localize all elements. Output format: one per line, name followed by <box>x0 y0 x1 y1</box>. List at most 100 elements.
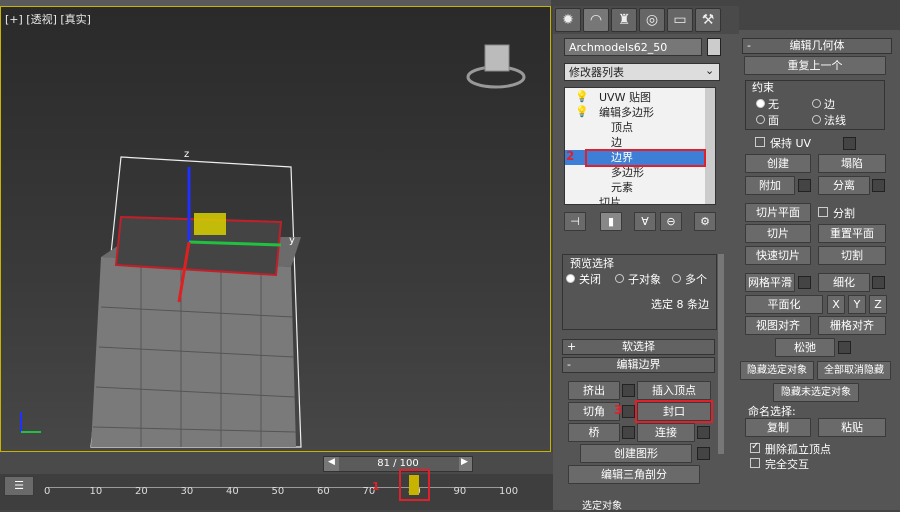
perspective-viewport[interactable]: [+] [透视] [真实] z y <box>0 6 551 452</box>
track-menu-icon[interactable]: ☰ <box>4 476 34 496</box>
constraint-title: 约束 <box>752 81 774 94</box>
preview-off-label: 关闭 <box>579 273 601 286</box>
stack-scrollbar[interactable] <box>705 88 715 204</box>
timeline: 81 / 100 ◀ ▶ ☰ 0102030405060708090100 1 <box>0 452 553 510</box>
stack-item[interactable]: 元素 <box>565 180 705 195</box>
constraint-normal-radio[interactable] <box>812 115 821 124</box>
hide-selected-button[interactable]: 隐藏选定对象 <box>740 361 814 380</box>
refine-settings-icon[interactable] <box>872 276 885 289</box>
slice-button[interactable]: 切片 <box>745 224 811 243</box>
attach-button[interactable]: 附加 <box>745 176 795 195</box>
preview-off-radio[interactable] <box>566 274 575 283</box>
highlight-box <box>635 400 713 423</box>
utilities-tab-icon[interactable]: ⚒ <box>695 8 721 32</box>
copy-button[interactable]: 复制 <box>745 418 811 437</box>
paste-button[interactable]: 粘贴 <box>818 418 886 437</box>
constraint-none-radio[interactable] <box>756 99 765 108</box>
full-interactivity-label: 完全交互 <box>765 458 809 471</box>
constraint-edge-radio[interactable] <box>812 99 821 108</box>
quickslice-button[interactable]: 快速切片 <box>745 246 811 265</box>
stack-item[interactable]: 多边形 <box>565 165 705 180</box>
modify-tab-icon[interactable]: ◠ <box>583 8 609 32</box>
detach-settings-icon[interactable] <box>872 179 885 192</box>
highlight-box <box>399 469 430 501</box>
unhide-all-button[interactable]: 全部取消隐藏 <box>817 361 891 380</box>
annotation-number: 1 <box>372 480 380 493</box>
object-color-swatch[interactable] <box>707 38 721 56</box>
relax-settings-icon[interactable] <box>838 341 851 354</box>
configure-sets-icon[interactable]: ⚙ <box>694 212 716 231</box>
lightbulb-icon[interactable]: 💡 <box>575 105 589 118</box>
stack-item[interactable]: 切片 <box>565 195 705 204</box>
bridge-button[interactable]: 桥 <box>568 423 620 442</box>
create-shape-settings-icon[interactable] <box>697 447 710 460</box>
preview-sub-radio[interactable] <box>615 274 624 283</box>
keep-uv-label: 保持 UV <box>770 137 812 150</box>
meshsmooth-button[interactable]: 网格平滑 <box>745 273 795 292</box>
chamfer-settings-icon[interactable] <box>622 405 635 418</box>
create-button[interactable]: 创建 <box>745 154 811 173</box>
view-align-button[interactable]: 视图对齐 <box>745 316 811 335</box>
relax-button[interactable]: 松弛 <box>775 338 835 357</box>
remove-modifier-icon[interactable]: ⊖ <box>660 212 682 231</box>
hide-unselected-button[interactable]: 隐藏未选定对象 <box>773 383 859 402</box>
grid-align-button[interactable]: 栅格对齐 <box>818 316 886 335</box>
annotation-number: 2 <box>566 149 575 163</box>
hierarchy-tab-icon[interactable]: ♜ <box>611 8 637 32</box>
split-label: 分割 <box>833 207 855 220</box>
delete-isolated-checkbox[interactable] <box>750 441 760 453</box>
chamfer-button[interactable]: 切角 <box>568 402 620 421</box>
display-tab-icon[interactable]: ▭ <box>667 8 693 32</box>
cut-button[interactable]: 切割 <box>818 246 886 265</box>
collapse-button[interactable]: 塌陷 <box>818 154 886 173</box>
pin-stack-icon[interactable]: ⊣ <box>564 212 586 231</box>
soft-select-rollout[interactable]: + 软选择 <box>562 339 715 355</box>
stack-item[interactable]: 顶点 <box>565 120 705 135</box>
planarize-x-button[interactable]: X <box>827 295 845 314</box>
timeline-tick-label: 60 <box>317 486 330 497</box>
timeline-tick-label: 40 <box>226 486 239 497</box>
connect-button[interactable]: 连接 <box>637 423 695 442</box>
slice-plane-button[interactable]: 切片平面 <box>745 203 811 222</box>
edit-border-rollout[interactable]: - 编辑边界 <box>562 357 715 373</box>
constraint-face-radio[interactable] <box>756 115 765 124</box>
create-tab-icon[interactable]: ✹ <box>555 8 581 32</box>
refine-button[interactable]: 细化 <box>818 273 870 292</box>
planarize-z-button[interactable]: Z <box>869 295 887 314</box>
insert-vertex-button[interactable]: 插入顶点 <box>637 381 711 400</box>
timeline-tick-label: 20 <box>135 486 148 497</box>
edit-geometry-rollout[interactable]: - 编辑几何体 <box>742 38 892 54</box>
lightbulb-icon[interactable]: 💡 <box>575 90 589 103</box>
extrude-button[interactable]: 挤出 <box>568 381 620 400</box>
stack-item[interactable]: 边 <box>565 135 705 150</box>
prev-frame-icon[interactable]: ◀ <box>328 457 335 467</box>
delete-isolated-label: 删除孤立顶点 <box>765 443 831 456</box>
keep-uv-checkbox[interactable] <box>755 137 765 147</box>
planarize-y-button[interactable]: Y <box>848 295 866 314</box>
modifier-list-dropdown[interactable]: 修改器列表 <box>564 63 720 81</box>
motion-tab-icon[interactable]: ◎ <box>639 8 665 32</box>
full-interactivity-checkbox[interactable] <box>750 458 760 468</box>
timeline-tick-label: 10 <box>89 486 103 497</box>
next-frame-icon[interactable]: ▶ <box>461 457 468 467</box>
preview-multi-radio[interactable] <box>672 274 681 283</box>
connect-settings-icon[interactable] <box>697 426 710 439</box>
edit-triangulation-button[interactable]: 编辑三角剖分 <box>568 465 700 484</box>
attach-list-icon[interactable] <box>798 179 811 192</box>
panel-scrollbar[interactable] <box>718 254 724 454</box>
modifier-stack[interactable]: UVW 贴图 编辑多边形 顶点 边 边界 多边形 元素 切片 💡 💡 <box>564 87 716 205</box>
detach-button[interactable]: 分离 <box>818 176 870 195</box>
split-checkbox[interactable] <box>818 207 828 217</box>
reset-plane-button[interactable]: 重置平面 <box>818 224 886 243</box>
bridge-settings-icon[interactable] <box>622 426 635 439</box>
meshsmooth-settings-icon[interactable] <box>798 276 811 289</box>
extrude-settings-icon[interactable] <box>622 384 635 397</box>
object-name-field[interactable]: Archmodels62_50 <box>564 38 702 56</box>
planarize-button[interactable]: 平面化 <box>745 295 823 314</box>
repeat-last-button[interactable]: 重复上一个 <box>744 56 886 75</box>
keep-uv-settings-icon[interactable] <box>843 137 856 150</box>
time-slider[interactable]: 81 / 100 <box>323 456 473 472</box>
create-shape-button[interactable]: 创建图形 <box>580 444 692 463</box>
make-unique-icon[interactable]: ∀ <box>634 212 656 231</box>
show-end-result-icon[interactable]: ▮ <box>600 212 622 231</box>
